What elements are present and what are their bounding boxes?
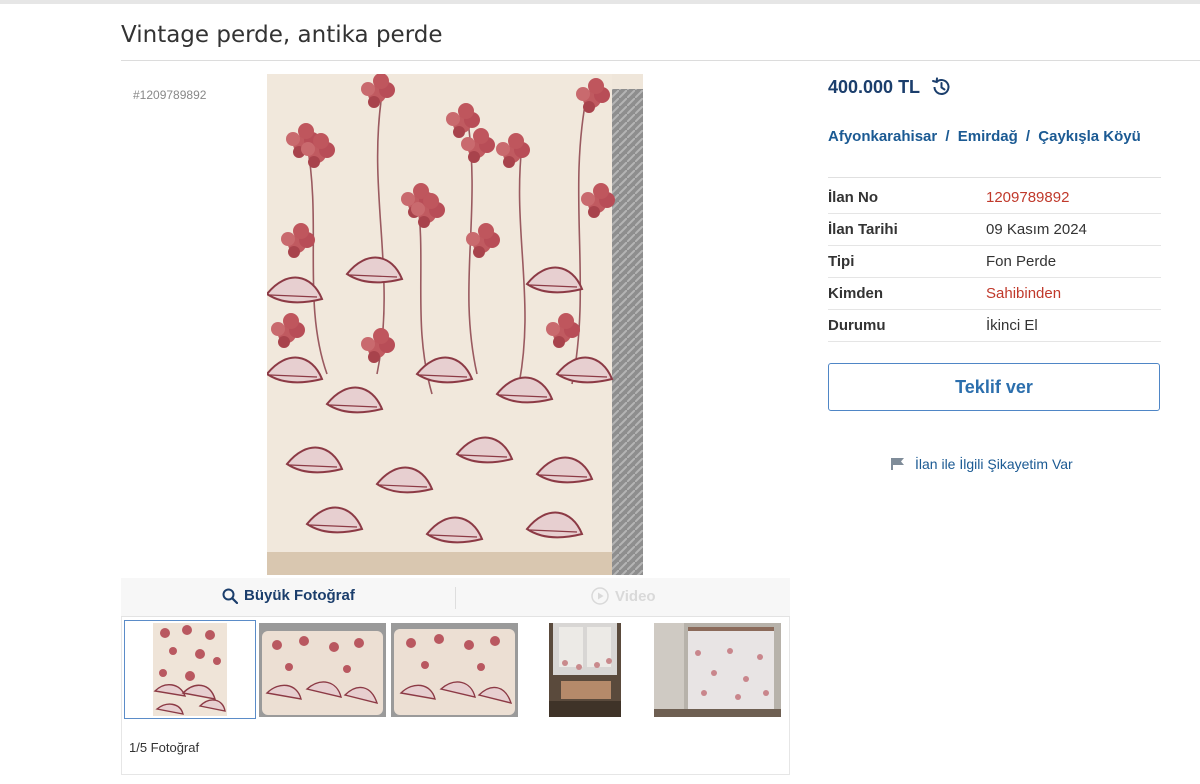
detail-row-from: Kimden Sahibinden bbox=[828, 278, 1161, 310]
thumbnail-image bbox=[153, 623, 227, 716]
listing-number-tag: #1209789892 bbox=[133, 88, 207, 102]
photo-counter: 1/5 Fotoğraf bbox=[129, 740, 200, 755]
make-offer-button[interactable]: Teklif ver bbox=[828, 363, 1160, 411]
location-village[interactable]: Çaykışla Köyü bbox=[1038, 128, 1141, 145]
video-label: Video bbox=[615, 587, 656, 605]
detail-row-date: İlan Tarihi 09 Kasım 2024 bbox=[828, 214, 1161, 246]
location-province[interactable]: Afyonkarahisar bbox=[828, 128, 937, 145]
main-photo[interactable] bbox=[267, 74, 643, 575]
detail-value: 1209789892 bbox=[986, 189, 1070, 206]
thumbnail-4[interactable] bbox=[549, 623, 621, 717]
history-icon[interactable] bbox=[930, 76, 952, 98]
search-icon bbox=[222, 588, 238, 604]
thumbnail-3[interactable] bbox=[391, 623, 518, 717]
location-separator: / bbox=[945, 128, 950, 145]
price: 400.000 TL bbox=[828, 76, 952, 98]
detail-label: İlan No bbox=[828, 189, 879, 206]
thumbnail-5[interactable] bbox=[654, 623, 781, 717]
thumbnail-image bbox=[654, 623, 781, 717]
title-divider bbox=[121, 60, 1200, 61]
big-photo-button[interactable]: Büyük Fotoğraf bbox=[222, 587, 355, 604]
detail-value: İkinci El bbox=[986, 317, 1038, 334]
detail-label: İlan Tarihi bbox=[828, 221, 898, 238]
detail-value: 09 Kasım 2024 bbox=[986, 221, 1087, 238]
detail-row-condition: Durumu İkinci El bbox=[828, 310, 1161, 342]
play-icon bbox=[591, 587, 609, 605]
thumbnail-2[interactable] bbox=[259, 623, 386, 717]
detail-label: Tipi bbox=[828, 253, 855, 270]
toolbar-divider bbox=[455, 587, 456, 609]
listing-details-table: İlan No 1209789892 İlan Tarihi 09 Kasım … bbox=[828, 182, 1161, 342]
detail-value: Fon Perde bbox=[986, 253, 1057, 270]
top-border bbox=[0, 0, 1200, 4]
detail-row-type: Tipi Fon Perde bbox=[828, 246, 1161, 278]
big-photo-label: Büyük Fotoğraf bbox=[244, 587, 355, 604]
flag-icon bbox=[891, 458, 904, 470]
video-button[interactable]: Video bbox=[591, 587, 656, 605]
thumbnail-image bbox=[391, 623, 518, 717]
thumbnail-image bbox=[259, 623, 386, 717]
listing-title: Vintage perde, antika perde bbox=[121, 22, 443, 48]
curtain-fabric-image bbox=[267, 74, 643, 575]
detail-row-listing-no: İlan No 1209789892 bbox=[828, 182, 1161, 214]
location-separator: / bbox=[1025, 128, 1031, 145]
report-listing-label: İlan ile İlgili Şikayetim Var bbox=[915, 456, 1073, 472]
price-amount: 400.000 TL bbox=[828, 76, 921, 97]
thumbnail-image bbox=[549, 623, 621, 717]
report-listing-link[interactable]: İlan ile İlgili Şikayetim Var bbox=[890, 456, 1073, 472]
detail-label: Durumu bbox=[828, 317, 886, 334]
location-divider bbox=[828, 177, 1161, 178]
location-breadcrumb: Afyonkarahisar / Emirdağ / Çaykışla Köyü bbox=[828, 127, 1168, 146]
location-district[interactable]: Emirdağ bbox=[958, 128, 1018, 145]
detail-label: Kimden bbox=[828, 285, 884, 302]
detail-value: Sahibinden bbox=[986, 285, 1062, 302]
thumbnail-1[interactable] bbox=[124, 620, 256, 719]
